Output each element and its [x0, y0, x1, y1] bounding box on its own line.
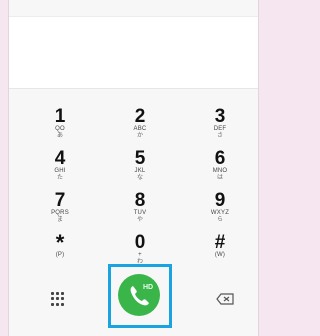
- key-letters: PQRS: [51, 210, 69, 216]
- key-9[interactable]: 9 WXYZ ら: [195, 191, 245, 224]
- dialer-screen: 1 QO あ 2 ABC か 3 DEF さ 4 GHI た 5 JKL な 6…: [8, 0, 259, 336]
- key-6[interactable]: 6 MNO は: [195, 149, 245, 182]
- key-letters: ABC: [133, 126, 147, 132]
- key-1[interactable]: 1 QO あ: [35, 107, 85, 140]
- key-kana: は: [216, 175, 223, 181]
- key-letters: MNO: [212, 168, 228, 174]
- key-2[interactable]: 2 ABC か: [115, 107, 165, 140]
- key-kana: や: [136, 217, 143, 223]
- key-digit: 9: [214, 190, 226, 211]
- key-digit: 5: [134, 148, 146, 169]
- key-kana: な: [136, 175, 143, 181]
- key-4[interactable]: 4 GHI た: [35, 149, 85, 182]
- hd-badge: HD: [143, 284, 154, 291]
- key-digit: 6: [214, 148, 226, 169]
- key-digit: 1: [54, 106, 66, 127]
- key-digit: 2: [134, 106, 146, 127]
- key-digit: *: [55, 230, 65, 255]
- backspace-icon[interactable]: [216, 293, 234, 305]
- key-digit: 7: [54, 190, 66, 211]
- key-letters: DEF: [213, 126, 227, 132]
- key-letters: GHI: [54, 168, 66, 174]
- key-letters: TUV: [133, 210, 147, 216]
- key-8[interactable]: 8 TUV や: [115, 191, 165, 224]
- key-digit: 0: [134, 232, 146, 253]
- key-digit: 4: [54, 148, 66, 169]
- key-7[interactable]: 7 PQRS ま: [35, 191, 85, 224]
- call-button[interactable]: HD: [118, 274, 160, 316]
- key-3[interactable]: 3 DEF さ: [195, 107, 245, 140]
- key-digit: 8: [134, 190, 146, 211]
- key-5[interactable]: 5 JKL な: [115, 149, 165, 182]
- phone-icon: [130, 286, 149, 306]
- key-digit: 3: [214, 106, 226, 127]
- key-kana: ま: [56, 217, 63, 223]
- key-kana: か: [136, 133, 143, 139]
- key-kana: ら: [216, 217, 223, 223]
- key-letters: JKL: [134, 168, 146, 174]
- dialer-action-bar: HD: [9, 255, 258, 336]
- key-letters: QO: [55, 126, 65, 132]
- number-display[interactable]: [9, 16, 258, 89]
- key-letters: WXYZ: [210, 210, 230, 216]
- key-digit: #: [214, 232, 226, 253]
- key-kana: た: [56, 175, 63, 181]
- key-kana: あ: [56, 133, 63, 139]
- key-kana: さ: [216, 133, 223, 139]
- dialpad-grid-icon[interactable]: [51, 292, 65, 306]
